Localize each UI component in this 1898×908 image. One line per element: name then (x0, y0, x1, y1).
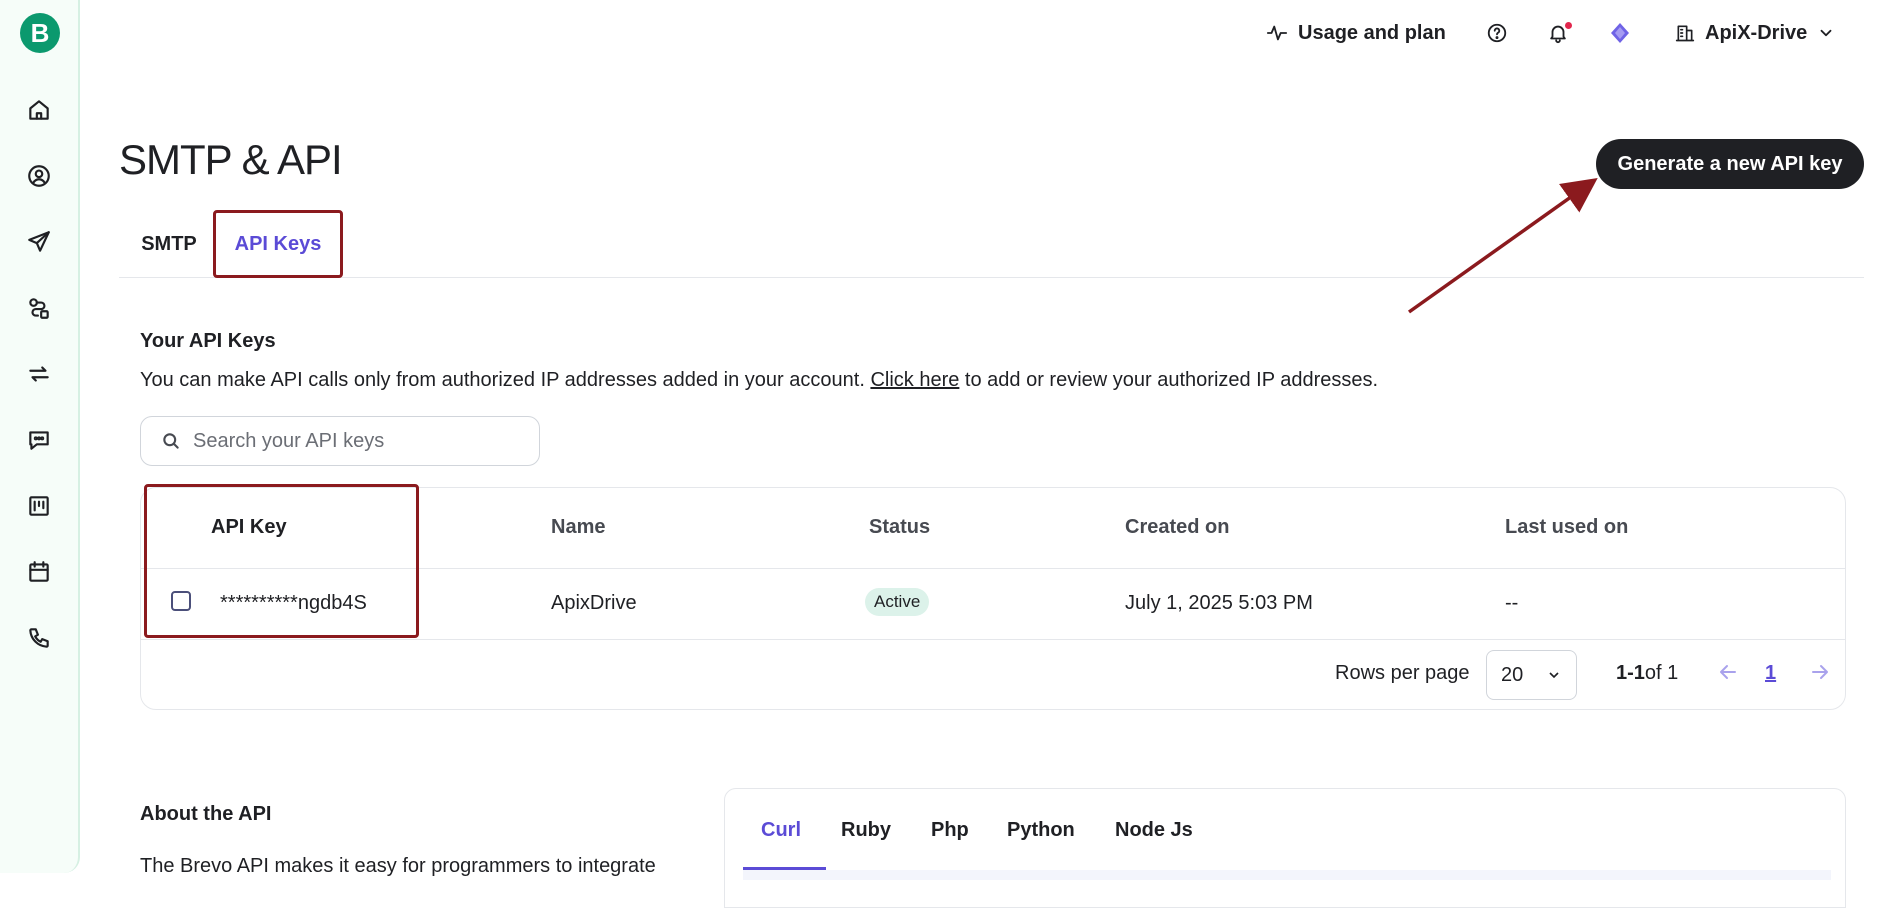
generate-api-key-button[interactable]: Generate a new API key (1596, 139, 1864, 189)
desc-text-after: to add or review your authorized IP addr… (959, 369, 1379, 391)
premium-button[interactable] (1608, 18, 1632, 48)
desc-text-before: You can make API calls only from authori… (140, 369, 871, 391)
next-page-button[interactable] (1808, 660, 1832, 684)
column-header-api-key[interactable]: API Key (211, 516, 287, 539)
rows-per-page-label: Rows per page (1335, 661, 1470, 684)
account-name: ApiX-Drive (1705, 21, 1808, 44)
arrow-right-icon (1812, 665, 1828, 679)
prev-page-button[interactable] (1716, 660, 1740, 684)
arrow-left-icon (1720, 665, 1736, 679)
row-checkbox[interactable] (171, 591, 191, 611)
rows-per-page-select[interactable]: 20 (1486, 650, 1577, 700)
usage-label: Usage and plan (1298, 21, 1446, 44)
code-tab-ruby[interactable]: Ruby (841, 819, 891, 842)
column-header-last-used-on[interactable]: Last used on (1505, 516, 1628, 539)
section-title: Your API Keys (140, 330, 276, 352)
usage-and-plan-link[interactable]: Usage and plan (1266, 18, 1446, 48)
page-number[interactable]: 1 (1765, 648, 1776, 698)
api-keys-table: API Key Name Status Created on Last used… (140, 484, 1846, 710)
contacts-icon[interactable] (24, 161, 54, 191)
help-button[interactable] (1486, 18, 1508, 48)
notification-dot (1565, 22, 1572, 29)
search-input[interactable] (193, 429, 523, 453)
tab-bar: SMTP API Keys (119, 210, 1864, 278)
range-rest: of 1 (1644, 661, 1679, 684)
chevron-down-icon (1549, 672, 1559, 679)
code-tab-node-js[interactable]: Node Js (1115, 819, 1193, 842)
conversations-icon[interactable] (24, 425, 54, 455)
code-tab-python[interactable]: Python (1007, 819, 1075, 842)
row-divider (141, 639, 1845, 640)
campaigns-icon[interactable] (24, 227, 54, 257)
header-divider (141, 568, 1845, 569)
notifications-button[interactable] (1547, 18, 1572, 48)
transactional-icon[interactable] (24, 359, 54, 389)
phone-icon[interactable] (24, 623, 54, 653)
last-used-value: -- (1505, 592, 1519, 614)
code-tab-php[interactable]: Php (931, 819, 969, 842)
tab-smtp[interactable]: SMTP (119, 210, 219, 278)
search-icon (163, 433, 179, 449)
api-key-value: **********ngdb4S (220, 592, 367, 614)
building-icon (1675, 25, 1695, 42)
page-title: SMTP & API (119, 136, 343, 183)
tab-api-keys[interactable]: API Keys (213, 210, 343, 278)
key-name: ApixDrive (551, 592, 637, 614)
column-header-status[interactable]: Status (869, 516, 930, 539)
meetings-icon[interactable] (24, 557, 54, 587)
about-description: The Brevo API makes it easy for programm… (140, 855, 656, 877)
authorized-ip-link[interactable]: Click here (870, 369, 959, 391)
search-box[interactable] (140, 416, 540, 466)
column-header-created-on[interactable]: Created on (1125, 516, 1229, 539)
crm-icon[interactable] (24, 491, 54, 521)
pagination-range: 1-1 of 1 (1616, 648, 1678, 698)
help-icon (1487, 23, 1507, 43)
automations-icon[interactable] (24, 293, 54, 323)
sidebar: B (0, 0, 80, 873)
code-sample-panel: Curl Ruby Php Python Node Js (724, 788, 1846, 908)
activity-icon (1266, 25, 1288, 41)
home-icon[interactable] (24, 95, 54, 125)
diamond-icon (1611, 23, 1629, 43)
code-area (743, 870, 1831, 880)
rows-per-page-value: 20 (1501, 663, 1524, 686)
code-tab-curl[interactable]: Curl (761, 819, 801, 842)
column-header-name[interactable]: Name (551, 516, 605, 539)
section-description: You can make API calls only from authori… (140, 369, 1378, 392)
range-bold: 1-1 (1616, 661, 1645, 684)
brevo-logo[interactable]: B (20, 13, 60, 53)
chevron-down-icon (1820, 29, 1832, 37)
about-title: About the API (140, 803, 272, 825)
account-menu[interactable]: ApiX-Drive (1675, 18, 1835, 48)
status-badge: Active (865, 588, 930, 616)
created-on-value: July 1, 2025 5:03 PM (1125, 592, 1313, 614)
